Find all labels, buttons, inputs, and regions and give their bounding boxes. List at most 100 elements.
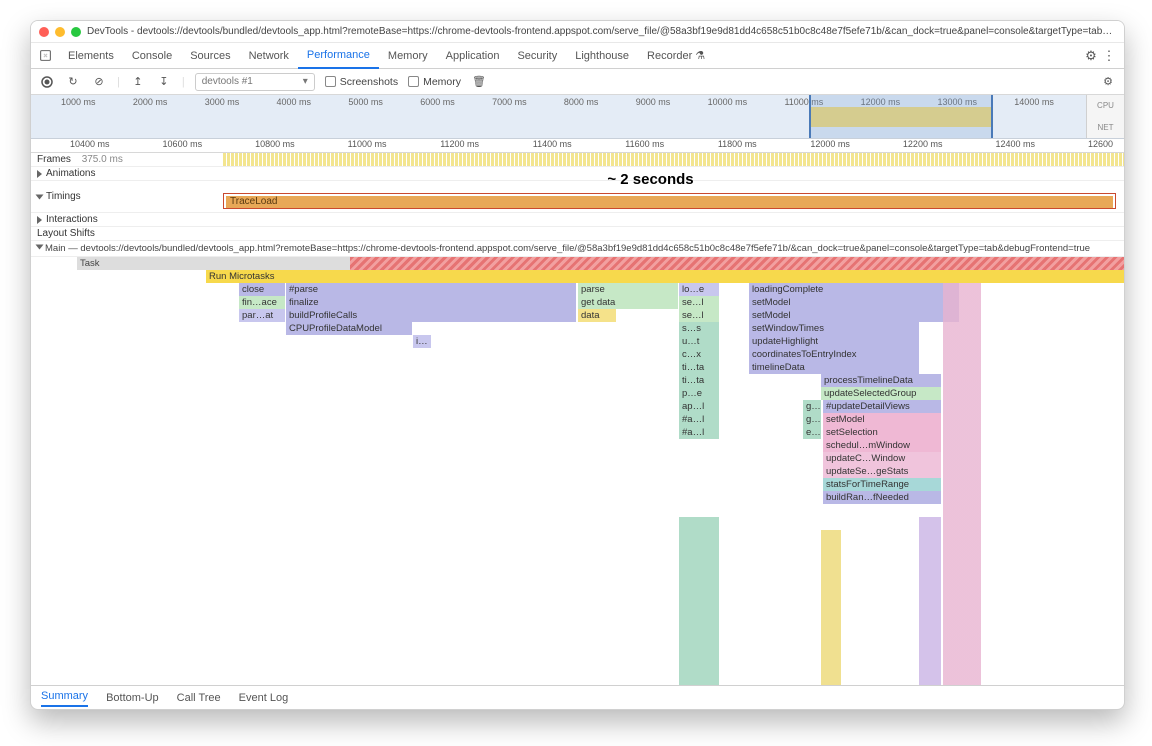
- profile-selector[interactable]: devtools #1 ▾: [195, 73, 315, 91]
- flame-bar[interactable]: #parse: [286, 283, 576, 296]
- reload-icon[interactable]: ↻: [65, 74, 81, 90]
- flame-bar[interactable]: lo…e: [679, 283, 719, 296]
- flame-bar[interactable]: finalize: [286, 296, 576, 309]
- flame-bar[interactable]: loadingComplete: [749, 283, 959, 296]
- tab-performance[interactable]: Performance: [298, 44, 379, 69]
- flame-bar[interactable]: g…: [803, 413, 821, 426]
- flame-bar[interactable]: close: [239, 283, 285, 296]
- overview-right-labels: CPU NET: [1086, 95, 1124, 138]
- timeline-ruler[interactable]: 10400 ms 10600 ms 10800 ms 11000 ms 1120…: [31, 139, 1124, 153]
- memory-checkbox[interactable]: Memory: [408, 76, 461, 88]
- layout-shifts-row[interactable]: Layout Shifts: [31, 227, 1124, 241]
- flame-bar[interactable]: se…l: [679, 296, 719, 309]
- flame-bar[interactable]: se…l: [679, 309, 719, 322]
- flame-stack-col: [943, 283, 981, 685]
- tab-network[interactable]: Network: [240, 43, 298, 68]
- flame-bar[interactable]: setModel: [823, 413, 941, 426]
- traceload-bar[interactable]: TraceLoad: [226, 196, 1113, 208]
- tab-elements[interactable]: Elements: [59, 43, 123, 68]
- toolbar-settings-icon[interactable]: ⚙: [1100, 74, 1116, 90]
- tab-sources[interactable]: Sources: [181, 43, 239, 68]
- flame-bar[interactable]: ap…l: [679, 400, 719, 413]
- flame-stack-col: [919, 517, 941, 685]
- devtools-window: DevTools - devtools://devtools/bundled/d…: [30, 20, 1125, 710]
- flame-bar[interactable]: i…: [413, 335, 431, 348]
- flame-bar[interactable]: c…x: [679, 348, 719, 361]
- flame-bar[interactable]: updateHighlight: [749, 335, 919, 348]
- flame-bar[interactable]: get data: [578, 296, 678, 309]
- flame-bar[interactable]: e…: [803, 426, 821, 439]
- flame-bar[interactable]: fin…ace: [239, 296, 285, 309]
- screenshots-checkbox[interactable]: Screenshots: [325, 76, 398, 88]
- flame-bar[interactable]: statsForTimeRange: [823, 478, 941, 491]
- close-window-icon[interactable]: [39, 27, 49, 37]
- animations-row[interactable]: Animations: [31, 167, 1124, 181]
- interactions-row[interactable]: Interactions: [31, 213, 1124, 227]
- flame-bar[interactable]: g…: [803, 400, 821, 413]
- tab-event-log[interactable]: Event Log: [239, 692, 289, 704]
- frames-row[interactable]: Frames 375.0 ms: [31, 153, 1124, 167]
- disclosure-icon[interactable]: [36, 194, 44, 199]
- flame-bar-microtasks[interactable]: Run Microtasks: [206, 270, 1124, 283]
- timeline-overview[interactable]: 1000 ms2000 ms3000 ms4000 ms5000 ms6000 …: [31, 95, 1124, 139]
- upload-icon[interactable]: ↥: [130, 74, 146, 90]
- tab-security[interactable]: Security: [508, 43, 566, 68]
- flame-bar[interactable]: data: [578, 309, 616, 322]
- tab-memory[interactable]: Memory: [379, 43, 437, 68]
- flame-bar[interactable]: setSelection: [823, 426, 941, 439]
- flame-bar[interactable]: schedul…mWindow: [823, 439, 941, 452]
- flame-bar[interactable]: p…e: [679, 387, 719, 400]
- flame-bar[interactable]: updateC…Window: [823, 452, 941, 465]
- flame-stack-col: [821, 530, 841, 685]
- timings-row[interactable]: Timings TraceLoad: [31, 181, 1124, 213]
- record-icon[interactable]: [39, 74, 55, 90]
- tab-lighthouse[interactable]: Lighthouse: [566, 43, 638, 68]
- flame-bar[interactable]: s…s: [679, 322, 719, 335]
- flame-bar[interactable]: processTimelineData: [821, 374, 941, 387]
- timeline-tracks[interactable]: Frames 375.0 ms ~ 2 seconds Animations T…: [31, 153, 1124, 685]
- flame-bar[interactable]: ti…ta: [679, 374, 719, 387]
- flame-bar[interactable]: ti…ta: [679, 361, 719, 374]
- flame-bar-task[interactable]: Task: [77, 257, 1124, 270]
- flame-bar[interactable]: timelineData: [749, 361, 919, 374]
- trash-icon[interactable]: 🗑: [471, 74, 487, 90]
- tab-bottom-up[interactable]: Bottom-Up: [106, 692, 159, 704]
- flame-bar[interactable]: #updateDetailViews: [823, 400, 941, 413]
- flame-bar[interactable]: setModel: [749, 296, 959, 309]
- flame-bar[interactable]: updateSelectedGroup: [821, 387, 941, 400]
- disclosure-icon[interactable]: [36, 245, 44, 250]
- flame-bar[interactable]: updateSe…geStats: [823, 465, 941, 478]
- flame-bar[interactable]: CPUProfileDataModel: [286, 322, 412, 335]
- disclosure-icon[interactable]: [37, 216, 42, 224]
- disclosure-icon[interactable]: [37, 170, 42, 178]
- clear-icon[interactable]: ⊘: [91, 74, 107, 90]
- flame-bar[interactable]: buildRan…fNeeded: [823, 491, 941, 504]
- flame-chart[interactable]: Task Run Microtasks close#parseparselo…e…: [31, 257, 1124, 685]
- maximize-window-icon[interactable]: [71, 27, 81, 37]
- flame-bar[interactable]: #a…l: [679, 413, 719, 426]
- flame-bar[interactable]: parse: [578, 283, 678, 296]
- flame-bar[interactable]: #a…l: [679, 426, 719, 439]
- minimize-window-icon[interactable]: [55, 27, 65, 37]
- tab-summary[interactable]: Summary: [41, 690, 88, 707]
- tab-console[interactable]: Console: [123, 43, 181, 68]
- panel-tabs: Elements Console Sources Network Perform…: [31, 43, 1124, 69]
- details-tabs: Summary Bottom-Up Call Tree Event Log: [31, 685, 1124, 709]
- flame-bar[interactable]: setModel: [749, 309, 959, 322]
- tab-call-tree[interactable]: Call Tree: [177, 692, 221, 704]
- window-controls[interactable]: [39, 27, 81, 37]
- flame-bar[interactable]: u…t: [679, 335, 719, 348]
- inspect-icon[interactable]: [37, 49, 53, 62]
- download-icon[interactable]: ↧: [156, 74, 172, 90]
- chevron-down-icon: ▾: [303, 76, 308, 87]
- flame-bar[interactable]: setWindowTimes: [749, 322, 919, 335]
- settings-icon[interactable]: ⚙: [1082, 48, 1100, 64]
- tab-application[interactable]: Application: [437, 43, 509, 68]
- flame-bar[interactable]: buildProfileCalls: [286, 309, 576, 322]
- more-icon[interactable]: ⋮: [1100, 48, 1118, 64]
- flame-bar[interactable]: coordinatesToEntryIndex: [749, 348, 919, 361]
- tab-recorder[interactable]: Recorder ⚗: [638, 43, 714, 68]
- overview-selection[interactable]: [809, 95, 993, 138]
- flame-bar[interactable]: par…at: [239, 309, 285, 322]
- main-thread-header[interactable]: Main — devtools://devtools/bundled/devto…: [31, 241, 1124, 257]
